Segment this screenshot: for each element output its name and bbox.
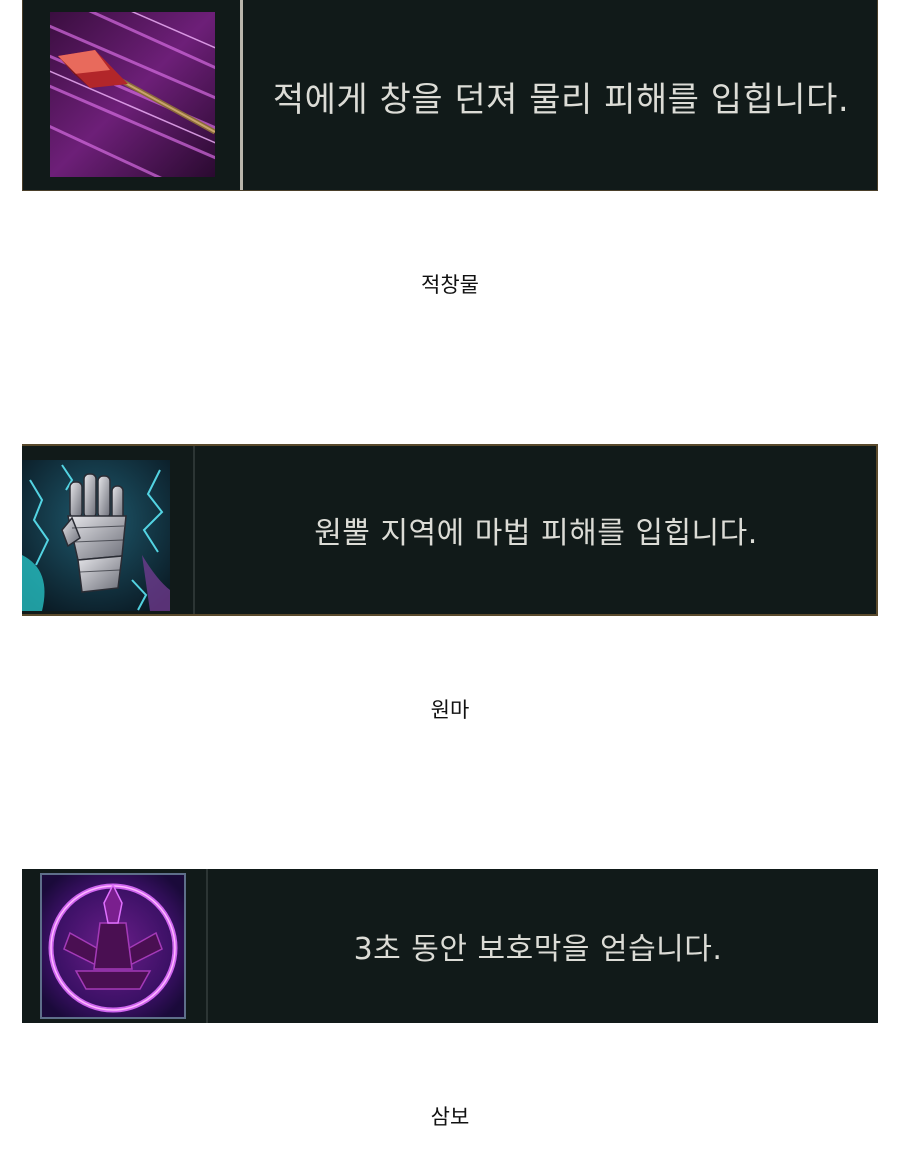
card-divider bbox=[240, 0, 243, 190]
ability-card-gauntlet: 원뿔 지역에 마법 피해를 입힙니다. bbox=[22, 444, 878, 616]
shield-orb-icon bbox=[40, 873, 186, 1019]
ability-description: 적에게 창을 던져 물리 피해를 입힙니다. bbox=[272, 79, 850, 120]
spear-icon bbox=[50, 12, 215, 177]
ability-description: 3초 동안 보호막을 얻습니다. bbox=[353, 932, 723, 967]
ability-card-shield: 3초 동안 보호막을 얻습니다. bbox=[22, 869, 878, 1023]
ability-card-spear: 적에게 창을 던져 물리 피해를 입힙니다. bbox=[22, 0, 878, 191]
ability-description: 원뿔 지역에 마법 피해를 입힙니다. bbox=[314, 516, 758, 551]
ability-caption: 원마 bbox=[430, 698, 470, 722]
card-divider bbox=[193, 446, 195, 614]
gauntlet-icon bbox=[22, 460, 170, 611]
ability-caption: 적창물 bbox=[421, 273, 479, 297]
ability-caption: 삼보 bbox=[430, 1105, 470, 1129]
